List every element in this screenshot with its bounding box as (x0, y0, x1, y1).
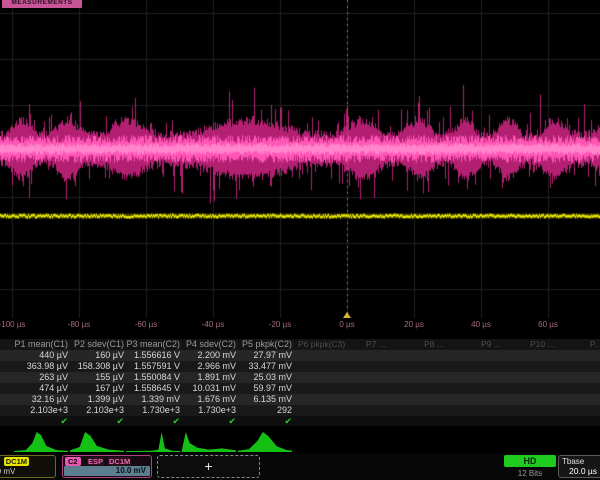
param-header-p11[interactable]: P.. (590, 339, 599, 350)
c2-title-badge: C2 (65, 457, 81, 466)
param-header-p8[interactable]: P8 ... (424, 339, 444, 350)
time-axis-tick: 40 µs (459, 320, 503, 329)
param-header-p6[interactable]: P6 pkpk(C3) (298, 339, 345, 350)
measurement-header-row: P1 mean(C1) P2 sdev(C1) P3 mean(C2) P4 s… (0, 339, 600, 350)
hd-mode-badge[interactable]: HD (504, 455, 556, 467)
stat-cell: 1.676 mV (182, 394, 236, 405)
param-header-p5[interactable]: P5 pkpk(C2) (238, 339, 292, 350)
histicon-p3[interactable] (126, 431, 180, 453)
timebase-title: Tbase (562, 457, 584, 466)
param-header-p10[interactable]: P10 ... (530, 339, 555, 350)
stat-cell: 1.557591 V (126, 361, 180, 372)
stat-cell: 1.730e+3 (126, 405, 180, 416)
stat-cell: 160 µV (70, 350, 124, 361)
param-header-p1[interactable]: P1 mean(C1) (14, 339, 68, 350)
stat-cell: 33.477 mV (238, 361, 292, 372)
hd-bits-label: 12 Bits (504, 469, 556, 478)
stat-row-value: 440 µV 160 µV 1.556616 V 2.200 mV 27.97 … (0, 350, 600, 361)
c2-esp-badge: ESP (87, 457, 104, 466)
time-axis-tick: -40 µs (191, 320, 235, 329)
timebase-descriptor[interactable]: Tbase 20.0 µs (558, 455, 600, 478)
stat-cell: 263 µV (14, 372, 68, 383)
c1-coupling-badge: DC1M (4, 457, 29, 466)
status-check-icon: ✔ (70, 416, 124, 426)
param-header-p3[interactable]: P3 mean(C2) (126, 339, 180, 350)
c1-offset-value: 0 mV (0, 467, 55, 476)
stat-row-mean: 363.98 µV 158.308 µV 1.557591 V 2.966 mV… (0, 361, 600, 372)
stat-cell: 292 (238, 405, 292, 416)
status-check-icon: ✔ (182, 416, 236, 426)
channel-c1-descriptor[interactable]: DC1M 0 mV (0, 455, 56, 478)
c2-scale-value: 10.0 mV (64, 466, 150, 476)
stat-cell: 1.730e+3 (182, 405, 236, 416)
time-axis-tick: 0 µs (325, 320, 369, 329)
time-axis-tick: -80 µs (57, 320, 101, 329)
stat-cell: 1.550084 V (126, 372, 180, 383)
stat-cell: 2.966 mV (182, 361, 236, 372)
stat-cell: 59.97 mV (238, 383, 292, 394)
stat-cell: 27.97 mV (238, 350, 292, 361)
stat-cell: 2.200 mV (182, 350, 236, 361)
stat-cell: 1.556616 V (126, 350, 180, 361)
time-axis-tick: -20 µs (258, 320, 302, 329)
stat-cell: 25.03 mV (238, 372, 292, 383)
waveform-display[interactable] (0, 0, 600, 318)
add-trace-button[interactable]: + (157, 455, 260, 478)
measurements-label[interactable]: MEASUREMENTS (2, 0, 82, 8)
stat-row-num: 2.103e+3 2.103e+3 1.730e+3 1.730e+3 292 (0, 405, 600, 416)
stat-cell: 167 µV (70, 383, 124, 394)
oscilloscope-screen: MEASUREMENTS -100 µs -80 µs -60 µs -40 µ… (0, 0, 600, 480)
time-axis: -100 µs -80 µs -60 µs -40 µs -20 µs 0 µs… (0, 318, 600, 332)
histicon-p4[interactable] (182, 431, 236, 453)
status-check-icon: ✔ (14, 416, 68, 426)
param-header-p2[interactable]: P2 sdev(C1) (70, 339, 124, 350)
timebase-value: 20.0 µs (569, 466, 597, 476)
histicon-row (0, 431, 600, 453)
stat-row-status: ✔ ✔ ✔ ✔ ✔ (0, 416, 600, 426)
stat-cell: 158.308 µV (70, 361, 124, 372)
status-check-icon: ✔ (238, 416, 292, 426)
stat-cell: 1.399 µV (70, 394, 124, 405)
stat-row-max: 474 µV 167 µV 1.558645 V 10.031 mV 59.97… (0, 383, 600, 394)
stat-cell: 2.103e+3 (14, 405, 68, 416)
histicon-p2[interactable] (70, 431, 124, 453)
stat-cell: 474 µV (14, 383, 68, 394)
histicon-p1[interactable] (14, 431, 68, 453)
param-header-p9[interactable]: P9 ... (481, 339, 501, 350)
time-axis-tick: -60 µs (124, 320, 168, 329)
stat-cell: 155 µV (70, 372, 124, 383)
stat-row-sdev: 32.16 µV 1.399 µV 1.339 mV 1.676 mV 6.13… (0, 394, 600, 405)
stat-cell: 440 µV (14, 350, 68, 361)
time-axis-tick: 20 µs (392, 320, 436, 329)
histicon-p5[interactable] (238, 431, 292, 453)
stat-cell: 10.031 mV (182, 383, 236, 394)
stat-cell: 32.16 µV (14, 394, 68, 405)
stat-cell: 1.558645 V (126, 383, 180, 394)
time-axis-tick: -100 µs (0, 320, 34, 329)
stat-cell: 1.339 mV (126, 394, 180, 405)
status-check-icon: ✔ (126, 416, 180, 426)
c2-coupling-badge: DC1M (108, 457, 131, 466)
channel-c2-descriptor[interactable]: C2 ESP DC1M 10.0 mV (62, 455, 152, 478)
measurement-table: P1 mean(C1) P2 sdev(C1) P3 mean(C2) P4 s… (0, 339, 600, 426)
trigger-position-icon[interactable] (343, 312, 351, 318)
param-header-p7[interactable]: P7 ... (366, 339, 386, 350)
param-header-p4[interactable]: P4 sdev(C2) (182, 339, 236, 350)
stat-row-min: 263 µV 155 µV 1.550084 V 1.891 mV 25.03 … (0, 372, 600, 383)
stat-cell: 1.891 mV (182, 372, 236, 383)
stat-cell: 6.135 mV (238, 394, 292, 405)
time-axis-tick: 60 µs (526, 320, 570, 329)
stat-cell: 363.98 µV (14, 361, 68, 372)
stat-cell: 2.103e+3 (70, 405, 124, 416)
descriptor-bar: DC1M 0 mV C2 ESP DC1M 10.0 mV + HD 12 Bi… (0, 454, 600, 480)
